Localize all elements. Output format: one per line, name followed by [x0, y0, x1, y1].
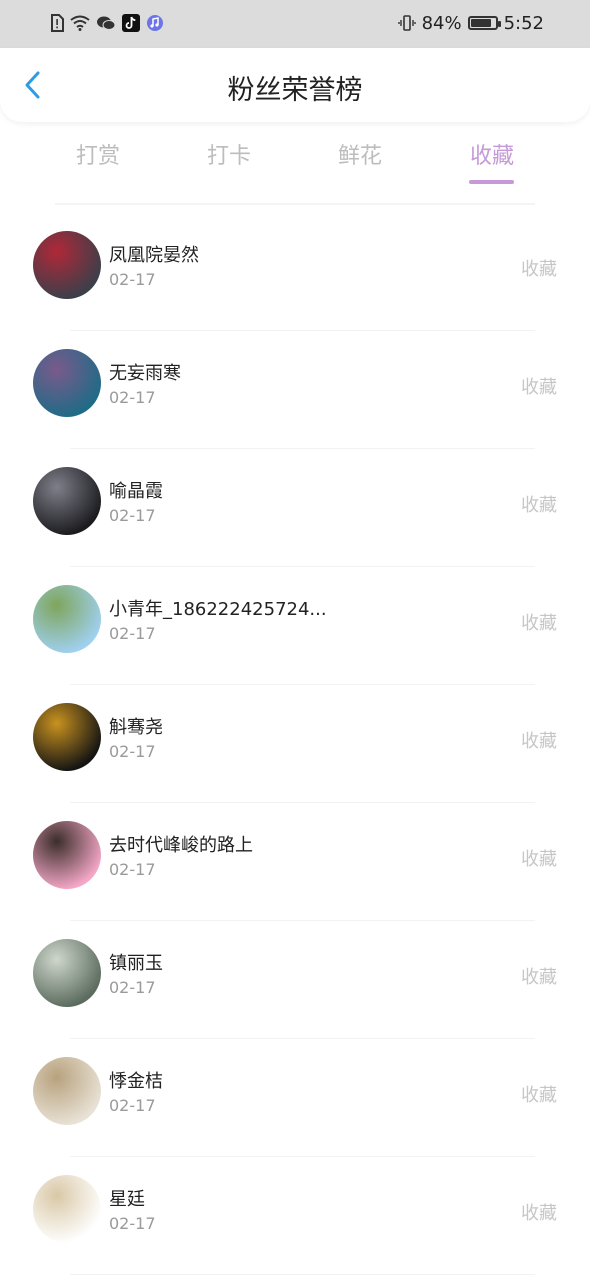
avatar[interactable] [33, 1175, 101, 1243]
music-app-icon [146, 14, 164, 32]
action-label: 收藏 [521, 967, 557, 988]
fan-date: 02-17 [109, 624, 156, 643]
fan-name: 喻晶霞 [109, 481, 163, 502]
action-label: 收藏 [521, 1203, 557, 1224]
action-label: 收藏 [521, 613, 557, 634]
action-label: 收藏 [521, 849, 557, 870]
list-item[interactable]: 无妄雨寒 02-17 收藏 [0, 331, 590, 449]
fan-name: 星廷 [109, 1189, 145, 1210]
avatar[interactable] [33, 349, 101, 417]
avatar[interactable] [33, 585, 101, 653]
fan-name: 斛骞尧 [109, 717, 163, 738]
status-bar-left-icons [50, 12, 164, 34]
avatar[interactable] [33, 1057, 101, 1125]
wifi-icon [70, 15, 90, 31]
list-item[interactable]: 星廷 02-17 收藏 [0, 1157, 590, 1275]
divider [55, 203, 535, 205]
tab-favorites[interactable]: 收藏 [442, 138, 542, 170]
battery-percent: 84% [421, 12, 462, 34]
sim-alert-icon [50, 14, 64, 32]
fan-name: 去时代峰峻的路上 [109, 835, 253, 856]
tab-checkin[interactable]: 打卡 [179, 138, 279, 170]
fan-name: 镇丽玉 [109, 953, 163, 974]
battery-icon [467, 16, 501, 30]
fan-date: 02-17 [109, 1096, 156, 1115]
list-item[interactable]: 喻晶霞 02-17 收藏 [0, 449, 590, 567]
tiktok-icon [122, 14, 140, 32]
top-bar: 粉丝荣誉榜 [0, 48, 590, 122]
fan-date: 02-17 [109, 270, 156, 289]
avatar[interactable] [33, 821, 101, 889]
list-item[interactable]: 悸金桔 02-17 收藏 [0, 1039, 590, 1157]
avatar[interactable] [33, 231, 101, 299]
list-item[interactable]: 镇丽玉 02-17 收藏 [0, 921, 590, 1039]
active-tab-indicator [469, 180, 514, 184]
list-item[interactable]: 凤凰院晏然 02-17 收藏 [0, 213, 590, 331]
action-label: 收藏 [521, 495, 557, 516]
fan-date: 02-17 [109, 388, 156, 407]
list-item[interactable]: 去时代峰峻的路上 02-17 收藏 [0, 803, 590, 921]
list-item[interactable]: 小青年_186222425724... 02-17 收藏 [0, 567, 590, 685]
action-label: 收藏 [521, 259, 557, 280]
fan-name: 小青年_186222425724... [109, 599, 327, 620]
fan-date: 02-17 [109, 742, 156, 761]
fan-list: 凤凰院晏然 02-17 收藏 无妄雨寒 02-17 收藏 喻晶霞 02-17 收藏 小青年_186… [0, 213, 590, 1275]
tab-flowers[interactable]: 鲜花 [310, 138, 410, 170]
vibrate-icon [397, 14, 416, 32]
fan-date: 02-17 [109, 1214, 156, 1233]
status-bar-right: 84% 5:52 [397, 12, 544, 34]
action-label: 收藏 [521, 731, 557, 752]
fan-name: 悸金桔 [109, 1071, 163, 1092]
page-title: 粉丝荣誉榜 [227, 75, 363, 106]
row-divider [70, 1274, 535, 1275]
avatar[interactable] [33, 703, 101, 771]
tab-reward[interactable]: 打赏 [48, 138, 148, 170]
fan-date: 02-17 [109, 860, 156, 879]
fan-date: 02-17 [109, 506, 156, 525]
action-label: 收藏 [521, 377, 557, 398]
fan-name: 无妄雨寒 [109, 363, 181, 384]
status-bar: 84% 5:52 [0, 0, 590, 48]
tab-bar: 打赏 打卡 鲜花 收藏 [0, 128, 590, 190]
clock: 5:52 [503, 12, 544, 34]
avatar[interactable] [33, 939, 101, 1007]
wechat-icon [96, 15, 116, 31]
fan-date: 02-17 [109, 978, 156, 997]
list-item[interactable]: 斛骞尧 02-17 收藏 [0, 685, 590, 803]
action-label: 收藏 [521, 1085, 557, 1106]
avatar[interactable] [33, 467, 101, 535]
fan-name: 凤凰院晏然 [109, 245, 199, 266]
